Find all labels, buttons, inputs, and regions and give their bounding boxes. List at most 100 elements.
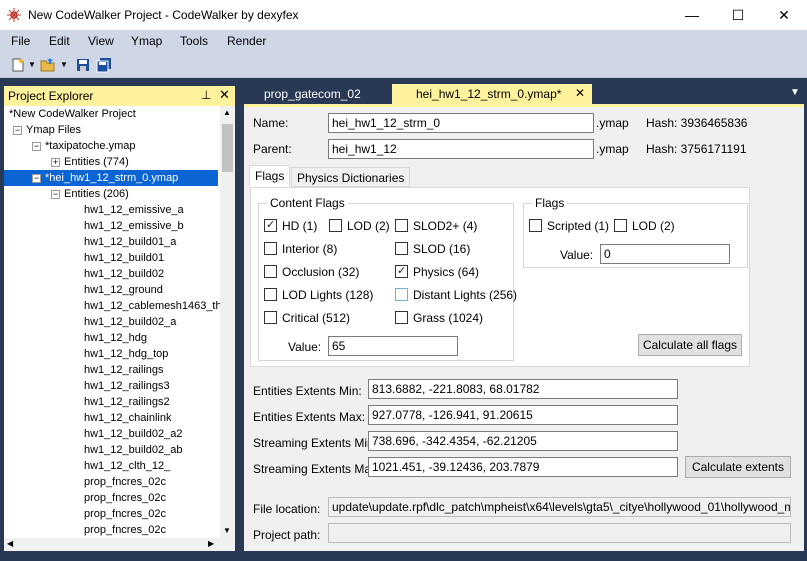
- tree-item-ymap-files[interactable]: − Ymap Files: [13, 122, 81, 138]
- tree-item-entity[interactable]: hw1_12_railings3: [84, 378, 170, 394]
- scrollbar-thumb[interactable]: [222, 124, 233, 172]
- tab-prop-gatecom[interactable]: prop_gatecom_02: [244, 84, 390, 104]
- entities-extents-min-input[interactable]: 813.6882, -221.8083, 68.01782: [368, 379, 678, 399]
- checkbox-icon[interactable]: [529, 219, 542, 232]
- checkbox-distant-lights[interactable]: Distant Lights (256): [395, 288, 517, 302]
- tree-horizontal-scrollbar[interactable]: ◀ ▶: [4, 538, 235, 551]
- checkbox-icon[interactable]: [395, 288, 408, 301]
- tree-item-entity[interactable]: hw1_12_emissive_a: [84, 202, 184, 218]
- checkbox-lod-lights[interactable]: LOD Lights (128): [264, 288, 373, 302]
- collapse-icon[interactable]: −: [32, 141, 41, 151]
- open-dropdown-icon[interactable]: ▼: [60, 60, 68, 69]
- scroll-right-icon[interactable]: ▶: [208, 539, 214, 548]
- checkbox-icon[interactable]: [264, 288, 277, 301]
- checkbox-slod2[interactable]: SLOD2+ (4): [395, 219, 477, 233]
- tree-item-entity[interactable]: prop_fncres_02c: [84, 506, 166, 522]
- tree-item-entity[interactable]: hw1_12_build01: [84, 250, 164, 266]
- tree-item-entity[interactable]: hw1_12_build02: [84, 266, 164, 282]
- checkbox-icon[interactable]: [395, 311, 408, 324]
- tree-item-entities[interactable]: + Entities (774): [51, 154, 129, 170]
- checkbox-icon[interactable]: [264, 311, 277, 324]
- tree-item-entity[interactable]: hw1_12_chainlink: [84, 410, 171, 426]
- tab-flags[interactable]: Flags: [249, 165, 291, 187]
- menu-edit[interactable]: Edit: [49, 34, 70, 48]
- close-button[interactable]: ✕: [761, 0, 807, 30]
- new-icon[interactable]: [10, 57, 26, 73]
- save-icon[interactable]: [75, 57, 91, 73]
- entities-extents-max-input[interactable]: 927.0778, -126.941, 91.20615: [368, 405, 678, 425]
- menu-file[interactable]: File: [11, 34, 30, 48]
- tree-item-entity[interactable]: hw1_12_cablemesh1463_th: [84, 298, 220, 314]
- tab-physics-dictionaries[interactable]: Physics Dictionaries: [291, 167, 411, 187]
- checkbox-flags-lod[interactable]: LOD (2): [614, 219, 675, 233]
- maximize-button[interactable]: ☐: [715, 0, 761, 30]
- checkbox-icon[interactable]: [329, 219, 342, 232]
- collapse-icon[interactable]: −: [13, 125, 22, 135]
- checkbox-lod[interactable]: LOD (2): [329, 219, 390, 233]
- checkbox-grass[interactable]: Grass (1024): [395, 311, 483, 325]
- streaming-extents-min-input[interactable]: 738.696, -342.4354, -62.21205: [368, 431, 678, 451]
- tree-item-entity[interactable]: hw1_12_hdg: [84, 330, 147, 346]
- tree-item-entity[interactable]: hw1_12_build02_a: [84, 314, 176, 330]
- pin-icon[interactable]: ⊥: [201, 88, 211, 102]
- menu-render[interactable]: Render: [227, 34, 266, 48]
- checkbox-interior[interactable]: Interior (8): [264, 242, 337, 256]
- tree-item-ymap-selected[interactable]: − *hei_hw1_12_strm_0.ymap: [4, 170, 218, 186]
- streaming-extents-max-input[interactable]: 1021.451, -39.12436, 203.7879: [368, 457, 678, 477]
- calculate-extents-button[interactable]: Calculate extents: [685, 456, 791, 478]
- collapse-icon[interactable]: −: [51, 189, 60, 199]
- save-all-icon[interactable]: [96, 57, 112, 73]
- tree-item-entity[interactable]: hw1_12_build02_a2: [84, 426, 182, 442]
- new-dropdown-icon[interactable]: ▼: [28, 60, 36, 69]
- name-input[interactable]: hei_hw1_12_strm_0: [328, 113, 594, 133]
- open-folder-icon[interactable]: [40, 57, 56, 73]
- content-value-input[interactable]: 65: [328, 336, 458, 356]
- calculate-all-flags-button[interactable]: Calculate all flags: [638, 334, 742, 356]
- menu-tools[interactable]: Tools: [180, 34, 208, 48]
- tree-item-entity[interactable]: hw1_12_build01_a: [84, 234, 176, 250]
- collapse-icon[interactable]: −: [32, 173, 41, 183]
- tree-item-entity[interactable]: prop_fncres_02c: [84, 474, 166, 490]
- checkbox-icon[interactable]: [264, 242, 277, 255]
- checkbox-checked-icon[interactable]: [264, 218, 277, 232]
- scroll-left-icon[interactable]: ◀: [7, 539, 13, 548]
- minimize-button[interactable]: —: [669, 0, 715, 30]
- scroll-up-icon[interactable]: ▲: [223, 108, 231, 117]
- project-path-input[interactable]: [328, 523, 791, 543]
- tree-item-entity[interactable]: hw1_12_emissive_b: [84, 218, 184, 234]
- checkbox-physics[interactable]: Physics (64): [395, 264, 479, 279]
- tree-item-entity[interactable]: prop_fncres_02c: [84, 522, 166, 538]
- checkbox-icon[interactable]: [614, 219, 627, 232]
- tab-close-icon[interactable]: ✕: [575, 86, 585, 100]
- tree-item-entities[interactable]: − Entities (206): [51, 186, 129, 202]
- menu-ymap[interactable]: Ymap: [131, 34, 162, 48]
- checkbox-hd[interactable]: HD (1): [264, 218, 317, 233]
- scroll-down-icon[interactable]: ▼: [223, 526, 231, 535]
- tree-item-entity[interactable]: hw1_12_railings2: [84, 394, 170, 410]
- checkbox-icon[interactable]: [395, 242, 408, 255]
- tree-item-entity[interactable]: hw1_12_railings: [84, 362, 164, 378]
- checkbox-icon[interactable]: [395, 219, 408, 232]
- parent-input[interactable]: hei_hw1_12: [328, 139, 594, 159]
- checkbox-slod[interactable]: SLOD (16): [395, 242, 470, 256]
- tab-list-dropdown-icon[interactable]: ▼: [790, 87, 800, 98]
- tab-ymap-active[interactable]: hei_hw1_12_strm_0.ymap* ✕: [392, 84, 592, 104]
- checkbox-checked-icon[interactable]: [395, 264, 408, 278]
- expand-icon[interactable]: +: [51, 157, 60, 167]
- file-location-input[interactable]: update\update.rpf\dlc_patch\mpheist\x64\…: [328, 497, 791, 517]
- checkbox-critical[interactable]: Critical (512): [264, 311, 350, 325]
- tree-vertical-scrollbar[interactable]: ▲ ▼: [220, 106, 235, 538]
- checkbox-scripted[interactable]: Scripted (1): [529, 219, 609, 233]
- tree-item-entity[interactable]: hw1_12_ground: [84, 282, 163, 298]
- tree-item-entity[interactable]: prop_fncres_02c: [84, 490, 166, 506]
- checkbox-icon[interactable]: [264, 265, 277, 278]
- tree-item-entity[interactable]: hw1_12_build02_ab: [84, 442, 182, 458]
- tree-item-ymap[interactable]: − *taxipatoche.ymap: [32, 138, 136, 154]
- tree-item-entity[interactable]: hw1_12_clth_12_: [84, 458, 170, 474]
- menu-view[interactable]: View: [88, 34, 114, 48]
- tree-item-project[interactable]: *New CodeWalker Project: [9, 106, 136, 122]
- explorer-close-icon[interactable]: ✕: [219, 87, 230, 103]
- flags-value-input[interactable]: 0: [600, 244, 730, 264]
- checkbox-occlusion[interactable]: Occlusion (32): [264, 265, 359, 279]
- tree-item-entity[interactable]: hw1_12_hdg_top: [84, 346, 168, 362]
